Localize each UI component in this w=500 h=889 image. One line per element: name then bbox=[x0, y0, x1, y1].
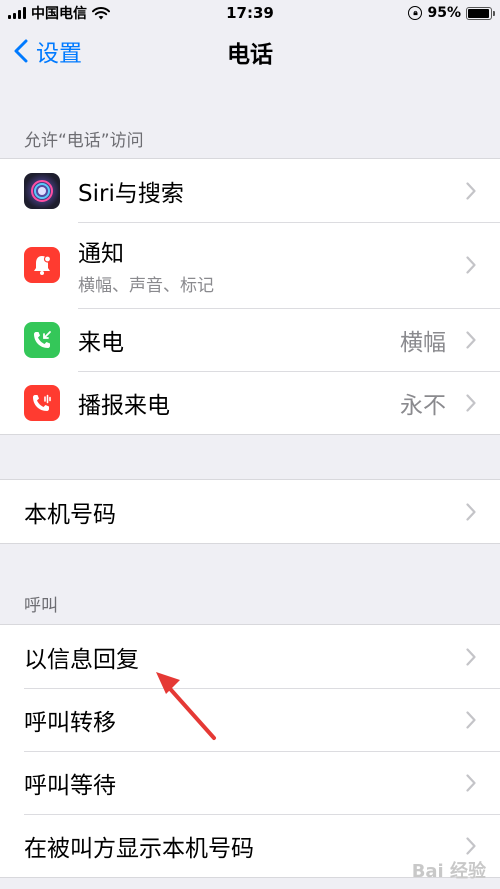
chevron-right-icon bbox=[466, 181, 476, 200]
calls-group: 以信息回复 呼叫转移 呼叫等待 在被叫方显示本机号码 bbox=[0, 624, 500, 878]
row-announce-calls[interactable]: 播报来电 永不 bbox=[0, 371, 500, 434]
siri-icon bbox=[24, 172, 60, 209]
my-number-group: 本机号码 bbox=[0, 479, 500, 544]
row-respond-with-text[interactable]: 以信息回复 bbox=[0, 625, 500, 688]
row-value: 横幅 bbox=[400, 329, 446, 356]
row-label: 通知 bbox=[78, 241, 124, 267]
orientation-lock-icon: 🔒︎ bbox=[408, 6, 423, 20]
page-title: 电话 bbox=[227, 42, 273, 68]
row-notifications[interactable]: 通知 横幅、声音、标记 bbox=[0, 222, 500, 308]
allow-access-group: Siri与搜索 通知 横幅、声音、标记 来电 横幅 播报来电 永不 bbox=[0, 158, 500, 435]
section-header-allow-access: 允许“电话”访问 bbox=[24, 131, 144, 151]
announce-call-icon bbox=[24, 384, 60, 421]
navigation-bar: 设置 电话 bbox=[0, 26, 500, 74]
wifi-icon bbox=[92, 6, 110, 19]
chevron-right-icon bbox=[466, 330, 476, 349]
chevron-right-icon bbox=[466, 773, 476, 792]
row-label: 来电 bbox=[78, 329, 124, 356]
chevron-right-icon bbox=[466, 710, 476, 729]
row-my-number[interactable]: 本机号码 bbox=[0, 480, 500, 543]
chevron-right-icon bbox=[466, 393, 476, 412]
chevron-right-icon bbox=[466, 836, 476, 855]
row-label: 在被叫方显示本机号码 bbox=[24, 835, 254, 862]
status-bar: 中国电信 17:39 🔒︎ 95% bbox=[0, 0, 500, 26]
section-header-calls: 呼叫 bbox=[24, 596, 58, 616]
battery-percent: 95% bbox=[427, 5, 461, 21]
row-call-waiting[interactable]: 呼叫等待 bbox=[0, 751, 500, 814]
row-label: Siri与搜索 bbox=[78, 180, 184, 207]
carrier-label: 中国电信 bbox=[31, 6, 87, 22]
row-incoming-calls[interactable]: 来电 横幅 bbox=[0, 308, 500, 371]
row-label: 本机号码 bbox=[24, 501, 116, 528]
row-label: 以信息回复 bbox=[24, 646, 139, 673]
cellular-signal-icon bbox=[8, 7, 26, 19]
annotation-arrow-icon bbox=[156, 672, 216, 740]
row-label: 播报来电 bbox=[78, 392, 170, 419]
watermark: Bai 经验 bbox=[412, 857, 486, 883]
row-label: 呼叫等待 bbox=[24, 772, 116, 799]
bell-icon bbox=[24, 247, 60, 283]
row-siri-search[interactable]: Siri与搜索 bbox=[0, 159, 500, 222]
chevron-right-icon bbox=[466, 256, 476, 274]
chevron-right-icon bbox=[466, 502, 476, 521]
row-label: 呼叫转移 bbox=[24, 709, 116, 736]
row-call-forwarding[interactable]: 呼叫转移 bbox=[0, 688, 500, 751]
incoming-call-icon bbox=[24, 321, 60, 358]
row-value: 永不 bbox=[400, 392, 446, 419]
watermark-text: Bai 经验 bbox=[411, 861, 486, 882]
battery-icon bbox=[466, 6, 495, 20]
row-subtitle: 横幅、声音、标记 bbox=[78, 276, 214, 296]
chevron-right-icon bbox=[466, 647, 476, 666]
